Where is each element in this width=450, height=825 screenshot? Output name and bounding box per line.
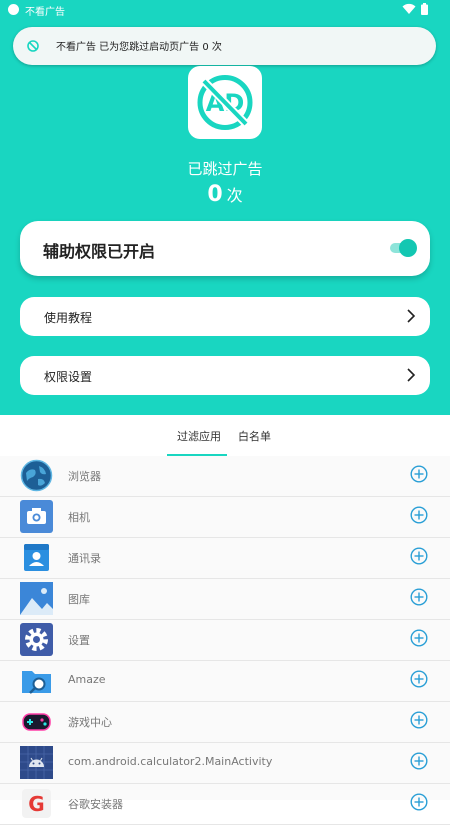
globe-icon xyxy=(20,459,53,492)
no-ad-small-icon xyxy=(27,40,39,52)
app-name: Amaze xyxy=(68,673,106,686)
list-item[interactable]: 相机 xyxy=(0,497,450,538)
gamepad-icon xyxy=(22,713,51,731)
toast-text: 不看广告 已为您跳过启动页广告 0 次 xyxy=(56,42,222,53)
add-icon[interactable] xyxy=(410,752,428,770)
status-app-title: 不看广告 xyxy=(25,7,65,18)
app-name: 谷歌安装器 xyxy=(68,798,123,811)
app-list[interactable]: 浏览器 相机 通讯录 图库 设置 Amaze 游戏中心 com.android.… xyxy=(0,456,450,825)
add-icon[interactable] xyxy=(410,670,428,688)
app-name: com.android.calculator2.MainActivity xyxy=(68,755,273,768)
list-item[interactable]: 图库 xyxy=(0,579,450,620)
app-name: 相机 xyxy=(68,511,90,524)
contacts-icon xyxy=(24,544,49,571)
list-item[interactable]: com.android.calculator2.MainActivity xyxy=(0,743,450,784)
tab-whitelist[interactable]: 白名单 xyxy=(238,428,271,444)
add-icon[interactable] xyxy=(410,506,428,524)
list-item[interactable]: G 谷歌安装器 xyxy=(0,784,450,825)
gallery-icon xyxy=(20,582,53,615)
gear-icon xyxy=(20,623,53,656)
android-icon xyxy=(20,746,53,779)
accessibility-card[interactable]: 辅助权限已开启 xyxy=(20,221,430,276)
tab-bar: 过滤应用 白名单 xyxy=(0,415,450,457)
status-app-icon xyxy=(8,4,19,15)
app-name: 图库 xyxy=(68,593,90,606)
skip-count-unit: 次 xyxy=(226,186,243,205)
list-item[interactable]: 游戏中心 xyxy=(0,702,450,743)
permissions-label: 权限设置 xyxy=(44,370,93,384)
camera-icon xyxy=(20,500,53,533)
add-icon[interactable] xyxy=(410,711,428,729)
skipped-label: 已跳过广告 xyxy=(187,160,263,178)
list-item[interactable]: 浏览器 xyxy=(0,456,450,497)
no-ad-logo-icon: AD xyxy=(197,75,253,130)
add-icon[interactable] xyxy=(410,547,428,565)
battery-icon xyxy=(421,3,428,15)
skip-count-number: 0 xyxy=(207,182,223,207)
google-installer-icon: G xyxy=(22,789,51,818)
accessibility-toggle[interactable] xyxy=(390,239,418,257)
header-panel: 不看广告 不看广告 已为您跳过启动页广告 0 次 AD 已跳过广告 0次 辅助权… xyxy=(0,0,450,415)
svg-text:G: G xyxy=(28,792,44,816)
add-icon[interactable] xyxy=(410,793,428,811)
permissions-button[interactable]: 权限设置 xyxy=(20,356,430,395)
add-icon[interactable] xyxy=(410,588,428,606)
app-name: 浏览器 xyxy=(68,470,101,483)
wifi-icon xyxy=(402,3,416,15)
list-item[interactable]: 通讯录 xyxy=(0,538,450,579)
tab-filter-apps[interactable]: 过滤应用 xyxy=(177,428,221,444)
list-item[interactable]: Amaze xyxy=(0,661,450,702)
skip-toast: 不看广告 已为您跳过启动页广告 0 次 xyxy=(13,27,436,65)
app-name: 游戏中心 xyxy=(68,716,112,729)
add-icon[interactable] xyxy=(410,465,428,483)
chevron-right-icon xyxy=(407,368,416,382)
add-icon[interactable] xyxy=(410,629,428,647)
app-logo: AD xyxy=(188,66,262,139)
list-item[interactable]: 设置 xyxy=(0,620,450,661)
chevron-right-icon xyxy=(407,309,416,323)
folder-search-icon xyxy=(22,671,51,694)
tutorial-label: 使用教程 xyxy=(44,311,93,325)
skip-count: 0次 xyxy=(0,182,450,207)
toggle-thumb xyxy=(399,239,417,257)
status-bar: 不看广告 xyxy=(0,0,450,20)
app-name: 设置 xyxy=(68,634,90,647)
app-name: 通讯录 xyxy=(68,552,101,565)
accessibility-label: 辅助权限已开启 xyxy=(43,242,156,261)
tutorial-button[interactable]: 使用教程 xyxy=(20,297,430,336)
